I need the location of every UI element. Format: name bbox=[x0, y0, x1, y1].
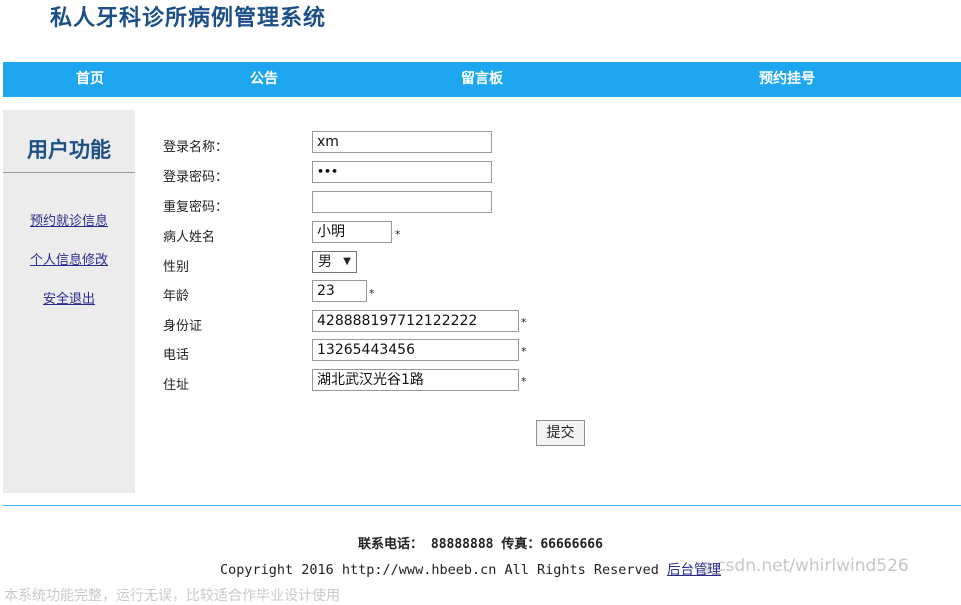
gender-selected-value: 男 bbox=[318, 254, 332, 270]
address-label: 住址 bbox=[163, 378, 190, 393]
required-mark: * bbox=[521, 345, 527, 358]
age-input[interactable]: 23 bbox=[312, 280, 367, 302]
main-nav: 首页 公告 留言板 预约挂号 bbox=[3, 62, 961, 97]
login-name-label: 登录名称： bbox=[163, 140, 229, 155]
age-label: 年龄 bbox=[163, 289, 190, 304]
copyright-text: Copyright 2016 http://www.hbeeb.cn All R… bbox=[220, 562, 668, 578]
gender-select[interactable]: 男 ▼ bbox=[312, 251, 357, 273]
sidebar-link-edit-profile[interactable]: 个人信息修改 bbox=[3, 249, 135, 268]
repeat-password-input[interactable] bbox=[312, 191, 492, 213]
password-label: 登录密码： bbox=[163, 170, 229, 185]
sidebar: 用户功能 预约就诊信息 个人信息修改 安全退出 bbox=[3, 110, 135, 493]
nav-message-board[interactable]: 留言板 bbox=[461, 62, 503, 97]
id-card-label: 身份证 bbox=[163, 319, 203, 334]
required-mark: * bbox=[395, 228, 401, 241]
required-mark: * bbox=[521, 316, 527, 329]
footer-copyright: Copyright 2016 http://www.hbeeb.cn All R… bbox=[220, 558, 721, 578]
sidebar-link-logout[interactable]: 安全退出 bbox=[3, 288, 135, 307]
faded-footnote: 本系统功能完整，运行无误，比较适合作毕业设计使用 bbox=[4, 588, 340, 604]
gender-label: 性别 bbox=[163, 260, 190, 275]
id-card-input[interactable]: 428888197712122222 bbox=[312, 310, 519, 332]
site-title: 私人牙科诊所病例管理系统 bbox=[50, 5, 327, 31]
login-name-input[interactable]: xm bbox=[312, 131, 492, 153]
patient-name-input[interactable]: 小明 bbox=[312, 221, 392, 243]
nav-appointment[interactable]: 预约挂号 bbox=[759, 62, 815, 97]
password-input[interactable]: ••• bbox=[312, 161, 492, 183]
footer-divider bbox=[3, 505, 961, 506]
repeat-password-label: 重复密码： bbox=[163, 200, 229, 215]
submit-button[interactable]: 提交 bbox=[536, 420, 585, 446]
nav-notice[interactable]: 公告 bbox=[250, 62, 278, 97]
address-input[interactable]: 湖北武汉光谷1路 bbox=[312, 369, 519, 391]
required-mark: * bbox=[521, 375, 527, 388]
phone-input[interactable]: 13265443456 bbox=[312, 339, 519, 361]
patient-name-label: 病人姓名 bbox=[163, 230, 216, 245]
required-mark: * bbox=[369, 287, 375, 300]
sidebar-link-appointment-info[interactable]: 预约就诊信息 bbox=[3, 210, 135, 229]
sidebar-divider bbox=[3, 172, 135, 173]
admin-link[interactable]: 后台管理 bbox=[667, 562, 721, 578]
phone-label: 电话 bbox=[163, 348, 190, 363]
watermark: g.csdn.net/whirlwind526 bbox=[700, 556, 909, 576]
dropdown-arrow-icon: ▼ bbox=[343, 256, 351, 267]
sidebar-title: 用户功能 bbox=[27, 138, 111, 162]
footer-contact: 联系电话： 88888888 传真：66666666 bbox=[358, 537, 603, 552]
nav-home[interactable]: 首页 bbox=[76, 62, 104, 97]
